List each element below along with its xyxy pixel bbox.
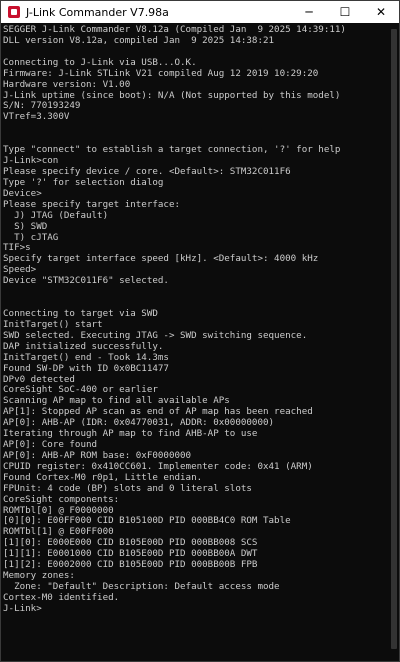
jlink-app-icon [8, 6, 20, 18]
console-line: J-Link> [3, 602, 42, 614]
console-line: Found SW-DP with ID 0x0BC11477 [3, 362, 169, 374]
scrollbar-thumb[interactable] [391, 29, 397, 649]
terminal-window: J-Link Commander V7.98a ─ ☐ ✕ SEGGER J-L… [0, 0, 400, 662]
console-line: Cortex-M0 identified. [3, 591, 120, 603]
console-line: Specify target interface speed [kHz]. <D… [3, 253, 319, 265]
console-line: Type "connect" to establish a target con… [3, 144, 341, 156]
vertical-scrollbar[interactable] [389, 23, 399, 661]
window-controls: ─ ☐ ✕ [291, 1, 399, 23]
title-bar[interactable]: J-Link Commander V7.98a ─ ☐ ✕ [1, 1, 399, 23]
console-output[interactable]: SEGGER J-Link Commander V8.12a (Compiled… [1, 23, 389, 661]
console-line: FPUnit: 4 code (BP) slots and 0 literal … [3, 482, 252, 494]
console-line: J) JTAG (Default) [3, 209, 109, 221]
console-line: DLL version V8.12a, compiled Jan 9 2025 … [3, 34, 275, 46]
console-line: VTref=3.300V [3, 111, 70, 123]
console-line: Type '?' for selection dialog [3, 176, 164, 188]
minimize-button[interactable]: ─ [291, 1, 327, 23]
console-line: Device "STM32C011F6" selected. [3, 275, 169, 287]
console-line: Firmware: J-Link STLink V21 compiled Aug… [3, 67, 319, 79]
console-line: Hardware version: V1.00 [3, 78, 131, 90]
window-title: J-Link Commander V7.98a [26, 5, 169, 19]
console-line: CoreSight components: [3, 493, 120, 505]
maximize-button[interactable]: ☐ [327, 1, 363, 23]
console-line: InitTarget() end - Took 14.3ms [3, 351, 169, 363]
console-line: T) cJTAG [3, 231, 59, 243]
console-line: S) SWD [3, 220, 48, 232]
close-button[interactable]: ✕ [363, 1, 399, 23]
